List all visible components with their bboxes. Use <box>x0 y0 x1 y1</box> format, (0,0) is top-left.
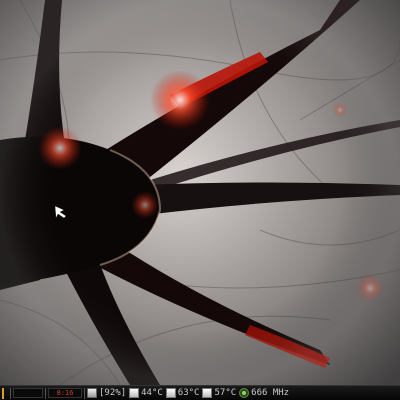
system-panel: 8:16 [92%] 44°C 63°C 57°C 666 MHz <box>0 385 400 400</box>
cpu-icon <box>239 388 250 398</box>
desktop-wallpaper <box>0 0 400 385</box>
sensor-monitor-2[interactable]: 63°C <box>165 388 203 399</box>
thermometer-icon <box>165 388 176 398</box>
clock-text: 8:16 <box>56 389 74 397</box>
memory-monitor[interactable]: [92%] <box>87 388 129 399</box>
sensor-monitor-1[interactable]: 44°C <box>129 388 166 399</box>
sensor-monitor-3[interactable]: 57°C <box>202 388 239 399</box>
panel-separator <box>10 387 11 399</box>
memory-usage: [92%] <box>99 388 127 398</box>
sensor-value: 57°C <box>214 388 237 398</box>
panel-separator <box>45 387 46 399</box>
memory-chip-icon <box>87 388 97 398</box>
panel-separator <box>84 387 85 399</box>
thermometer-icon <box>202 388 213 398</box>
task-list[interactable] <box>13 388 43 398</box>
sensor-value: 44°C <box>141 388 163 398</box>
workspace-indicator[interactable] <box>2 387 8 399</box>
thermometer-icon <box>129 388 140 398</box>
sensor-value: 63°C <box>177 388 200 398</box>
cpu-frequency: 666 MHz <box>251 388 290 398</box>
clock[interactable]: 8:16 <box>48 388 82 398</box>
desktop: 8:16 [92%] 44°C 63°C 57°C 666 MHz <box>0 0 400 400</box>
cpu-frequency-monitor[interactable]: 666 MHz <box>239 388 292 399</box>
